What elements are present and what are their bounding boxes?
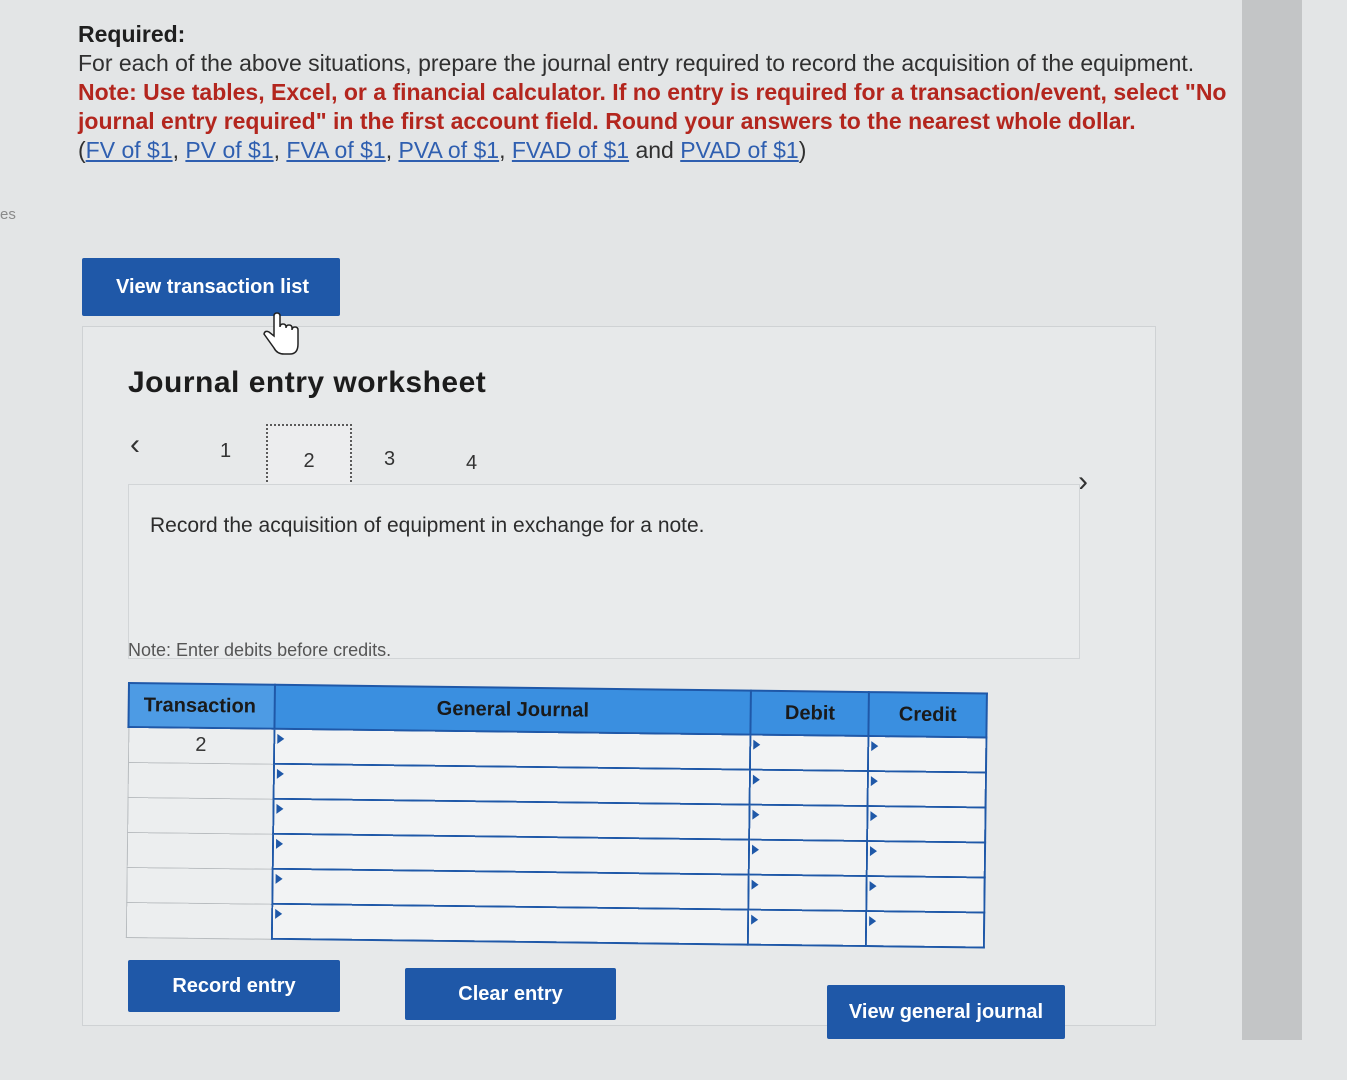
instruction-text: For each of the above situations, prepar… — [78, 50, 1195, 76]
view-transaction-list-button[interactable]: View transaction list — [82, 258, 340, 316]
header-transaction: Transaction — [128, 683, 275, 729]
debit-input[interactable] — [748, 874, 867, 912]
debit-input[interactable] — [750, 734, 869, 772]
credit-input[interactable] — [866, 876, 985, 913]
chevron-left-icon[interactable]: ‹ — [130, 428, 140, 462]
link-fvad[interactable]: FVAD of $1 — [512, 137, 629, 163]
view-general-journal-button[interactable]: View general journal — [827, 985, 1065, 1039]
description-box — [128, 484, 1080, 659]
worksheet-title: Journal entry worksheet — [128, 366, 487, 399]
transaction-cell — [126, 866, 273, 904]
transaction-cell — [125, 901, 273, 939]
link-fva[interactable]: FVA of $1 — [286, 137, 385, 163]
credit-input[interactable] — [868, 736, 987, 773]
transaction-cell — [127, 762, 274, 799]
clear-entry-button[interactable]: Clear entry — [405, 968, 616, 1020]
account-input[interactable] — [272, 868, 750, 910]
record-entry-button[interactable]: Record entry — [128, 960, 340, 1012]
credit-input[interactable] — [866, 841, 986, 878]
journal-table: Transaction General Journal Debit Credit… — [125, 682, 988, 948]
header-credit: Credit — [868, 692, 987, 738]
instruction-note: Note: Use tables, Excel, or a financial … — [78, 79, 1227, 134]
link-pva[interactable]: PVA of $1 — [399, 137, 500, 163]
account-input[interactable] — [272, 833, 750, 875]
debit-input[interactable] — [749, 804, 868, 842]
account-input[interactable] — [273, 798, 750, 840]
transaction-cell — [127, 797, 274, 834]
account-input[interactable] — [273, 728, 751, 770]
table-links: (FV of $1, PV of $1, FVA of $1, PVA of $… — [78, 137, 807, 163]
debit-input[interactable] — [749, 769, 869, 807]
page-tab-3[interactable]: 3 — [384, 448, 395, 471]
link-fv[interactable]: FV of $1 — [86, 137, 173, 163]
edge-text: es — [0, 206, 16, 223]
link-pvad[interactable]: PVAD of $1 — [680, 137, 798, 163]
account-input[interactable] — [273, 763, 751, 805]
required-label: Required: — [78, 21, 186, 47]
header-general-journal: General Journal — [274, 684, 752, 735]
debits-note: Note: Enter debits before credits. — [128, 640, 392, 660]
hand-cursor-icon — [263, 312, 299, 355]
credit-input[interactable] — [867, 806, 986, 843]
credit-input[interactable] — [867, 771, 986, 808]
credit-input[interactable] — [866, 911, 985, 948]
transaction-cell — [126, 832, 274, 869]
debit-input[interactable] — [749, 839, 868, 877]
page-tab-1[interactable]: 1 — [220, 440, 231, 463]
page-tab-4[interactable]: 4 — [466, 452, 477, 475]
account-input[interactable] — [271, 903, 749, 945]
and-text: and — [635, 137, 674, 163]
instructions: Required: For each of the above situatio… — [78, 20, 1273, 165]
entry-description: Record the acquisition of equipment in e… — [150, 514, 705, 537]
link-pv[interactable]: PV of $1 — [185, 137, 273, 163]
page: es Required: For each of the above situa… — [0, 0, 1347, 1080]
transaction-cell: 2 — [128, 727, 275, 764]
header-debit: Debit — [750, 690, 870, 737]
debit-input[interactable] — [748, 909, 867, 947]
